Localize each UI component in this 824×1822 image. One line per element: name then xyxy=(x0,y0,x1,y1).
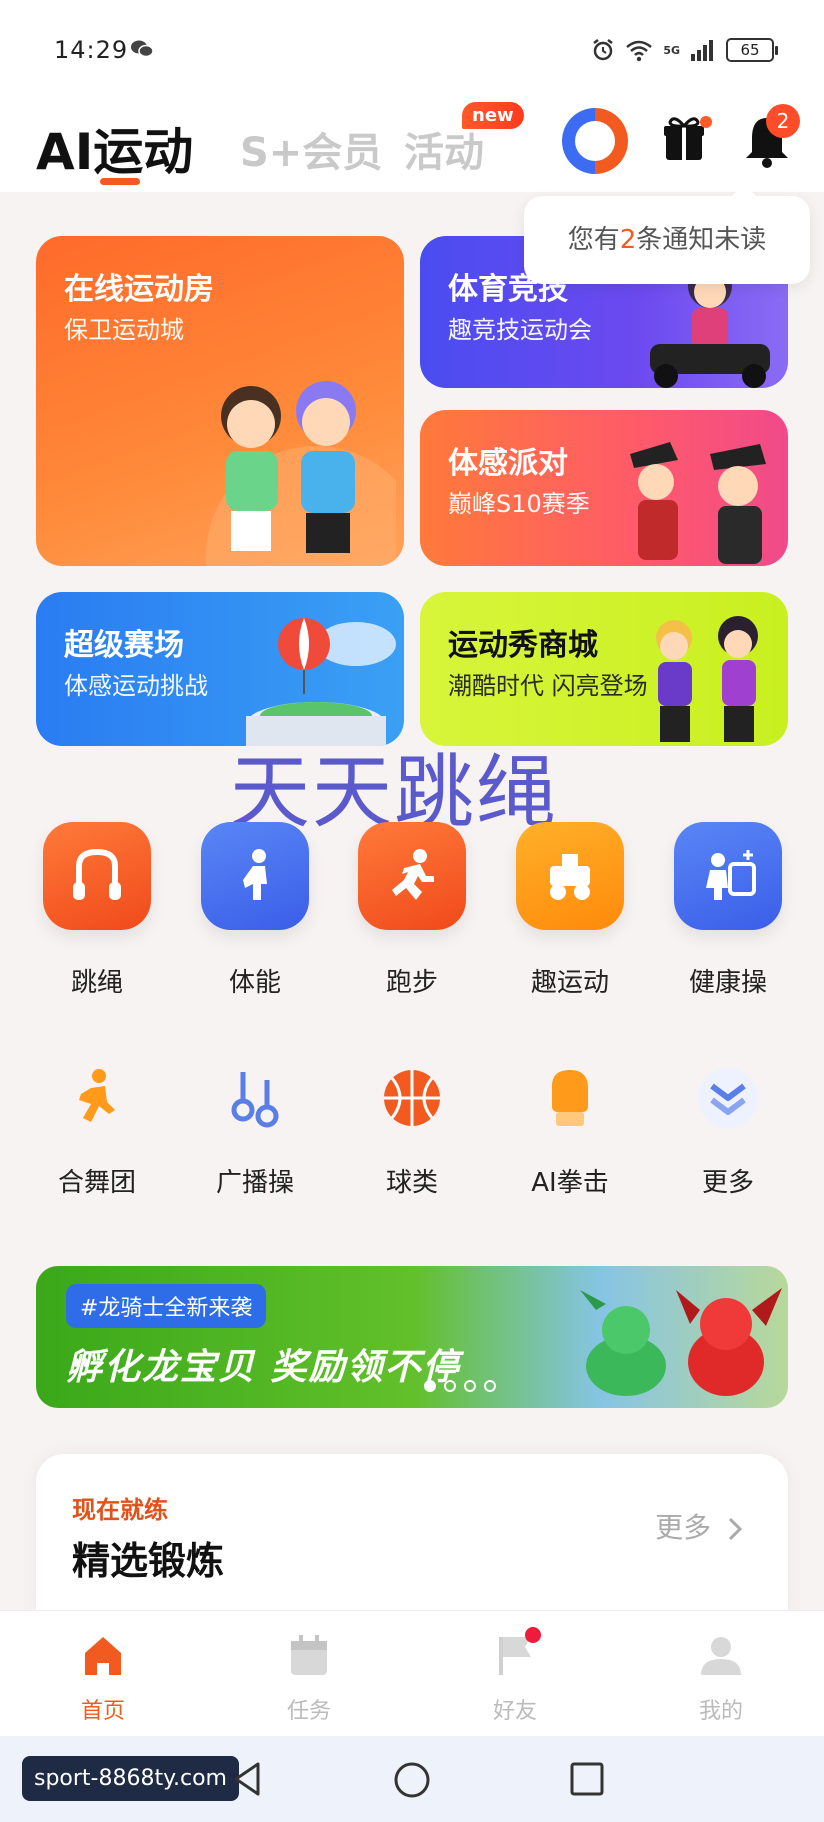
section-kicker: 现在就练 xyxy=(72,1496,168,1524)
network-type: 5G xyxy=(663,43,680,57)
card-subtitle: 巅峰S10赛季 xyxy=(448,490,590,518)
more-link[interactable]: 更多 xyxy=(655,1506,744,1546)
notification-tooltip[interactable]: 您有2条通知未读 xyxy=(524,184,810,284)
home-icon xyxy=(85,1637,121,1675)
nav-home[interactable]: 首页 xyxy=(43,1631,163,1725)
back-icon[interactable] xyxy=(230,1760,264,1798)
banner-text: 孵化龙宝贝 奖励领不停 xyxy=(66,1347,461,1388)
status-time: 14:29 xyxy=(54,36,129,64)
card-title: 体感派对 xyxy=(448,446,568,481)
stadium-balloon-illustration xyxy=(246,618,396,746)
broadcast-exercise-icon xyxy=(231,1072,279,1128)
tab-ai-sports[interactable]: AI运动 xyxy=(36,112,193,184)
grid-item-more[interactable]: 更多 xyxy=(663,1058,793,1199)
card-title: 运动秀商城 xyxy=(448,628,598,663)
grid-label: 趣运动 xyxy=(530,968,609,998)
nav-label: 首页 xyxy=(80,1699,125,1724)
section-title: 精选锻炼 xyxy=(72,1539,225,1583)
user-icon xyxy=(701,1637,741,1675)
nav-label: 好友 xyxy=(492,1699,537,1724)
active-tab-indicator xyxy=(100,178,140,185)
url-watermark: sport-8868ty.com xyxy=(22,1756,239,1801)
more-label: 更多 xyxy=(655,1511,712,1544)
nav-label: 任务 xyxy=(286,1699,331,1724)
battery-indicator: 65 xyxy=(726,38,778,62)
nav-friends[interactable]: 好友 xyxy=(455,1627,575,1725)
grid-item-running[interactable]: 跑步 xyxy=(347,822,477,999)
system-navigation-bar: sport-8868ty.com xyxy=(0,1736,824,1822)
featured-workouts-section: 现在就练 精选锻炼 更多 xyxy=(36,1454,788,1614)
card-subtitle: 潮酷时代 闪亮登场 xyxy=(448,672,648,700)
grid-label: 跑步 xyxy=(385,968,438,998)
characters-illustration xyxy=(206,381,396,566)
jump-rope-icon xyxy=(73,848,121,900)
banner-tag: #龙骑士全新来袭 xyxy=(66,1284,267,1328)
grid-label: 球类 xyxy=(385,1168,438,1198)
grid-item-jump-rope[interactable]: 跳绳 xyxy=(32,822,162,999)
wechat-icon xyxy=(131,40,154,58)
dancers-illustration xyxy=(656,616,758,742)
grid-item-fitness[interactable]: 体能 xyxy=(190,822,320,999)
grid-item-broadcast-exercise[interactable]: 广播操 xyxy=(190,1058,320,1199)
calendar-icon xyxy=(291,1635,327,1675)
running-icon xyxy=(392,849,434,900)
grid-item-dance[interactable]: 合舞团 xyxy=(32,1058,162,1199)
card-super-arena[interactable]: 超级赛场 体感运动挑战 xyxy=(36,592,404,746)
boxing-glove-icon xyxy=(552,1070,588,1126)
card-online-room[interactable]: 在线运动房 保卫运动城 xyxy=(36,236,404,566)
fitness-icon xyxy=(243,849,267,900)
app-screen: 14:29 5G 65 AI运动 S+会员 活动 new 2 您有2条通知未读 … xyxy=(0,0,824,1822)
card-subtitle: 趣竞技运动会 xyxy=(448,316,592,344)
grid-label: AI拳击 xyxy=(531,1168,609,1198)
tab-svip-member[interactable]: S+会员 xyxy=(240,120,382,178)
grid-label: 跳绳 xyxy=(70,968,123,998)
card-title: 在线运动房 xyxy=(64,272,214,307)
health-exercise-icon xyxy=(706,850,756,900)
notice-suffix: 条通知未读 xyxy=(636,225,767,255)
nav-profile[interactable]: 我的 xyxy=(661,1631,781,1725)
status-icons: 5G 65 xyxy=(591,34,778,66)
ball-icon xyxy=(384,1070,440,1126)
grid-item-fun-sports[interactable]: 趣运动 xyxy=(505,822,635,999)
top-header: AI运动 S+会员 活动 new 2 xyxy=(0,100,824,192)
grid-item-ball[interactable]: 球类 xyxy=(347,1058,477,1199)
card-title: 超级赛场 xyxy=(64,628,184,663)
dance-icon xyxy=(79,1069,115,1122)
nav-label: 我的 xyxy=(698,1699,743,1724)
alarm-icon xyxy=(593,39,614,61)
grid-label: 健康操 xyxy=(688,968,767,998)
more-chevron-icon xyxy=(698,1068,758,1128)
fun-sports-icon xyxy=(550,854,590,900)
grid-label: 广播操 xyxy=(215,1168,294,1198)
grid-label: 更多 xyxy=(701,1168,754,1198)
friends-notification-dot xyxy=(525,1627,541,1643)
wifi-icon xyxy=(626,40,653,62)
notification-badge: 2 xyxy=(766,104,800,138)
notice-prefix: 您有 xyxy=(567,225,620,255)
card-subtitle: 体感运动挑战 xyxy=(64,672,208,700)
signal-icon xyxy=(691,40,713,61)
status-bar: 14:29 5G 65 xyxy=(0,0,824,100)
card-sports-show-mall[interactable]: 运动秀商城 潮酷时代 闪亮登场 xyxy=(420,592,788,746)
ring-button[interactable] xyxy=(562,108,628,174)
dragon-illustration xyxy=(580,1288,782,1396)
pirates-illustration xyxy=(630,442,766,564)
new-badge: new xyxy=(462,102,524,129)
grid-item-ai-boxing[interactable]: AI拳击 xyxy=(505,1058,635,1199)
promo-banner[interactable]: #龙骑士全新来袭 孵化龙宝贝 奖励领不停 xyxy=(36,1266,788,1408)
grid-item-health-exercise[interactable]: 健康操 xyxy=(663,822,793,999)
home-circle-icon[interactable] xyxy=(392,1760,432,1800)
recent-apps-icon[interactable] xyxy=(568,1760,606,1798)
notice-count: 2 xyxy=(619,225,637,255)
chevron-right-icon xyxy=(728,1517,743,1541)
gift-dot xyxy=(700,116,712,128)
card-subtitle: 保卫运动城 xyxy=(64,316,184,344)
grid-label: 合舞团 xyxy=(57,1168,136,1198)
carousel-indicator xyxy=(424,1380,496,1392)
card-motion-party[interactable]: 体感派对 巅峰S10赛季 xyxy=(420,410,788,566)
grid-label: 体能 xyxy=(228,968,281,998)
bottom-navigation: 首页 任务 好友 我的 xyxy=(0,1610,824,1736)
nav-tasks[interactable]: 任务 xyxy=(249,1631,369,1725)
